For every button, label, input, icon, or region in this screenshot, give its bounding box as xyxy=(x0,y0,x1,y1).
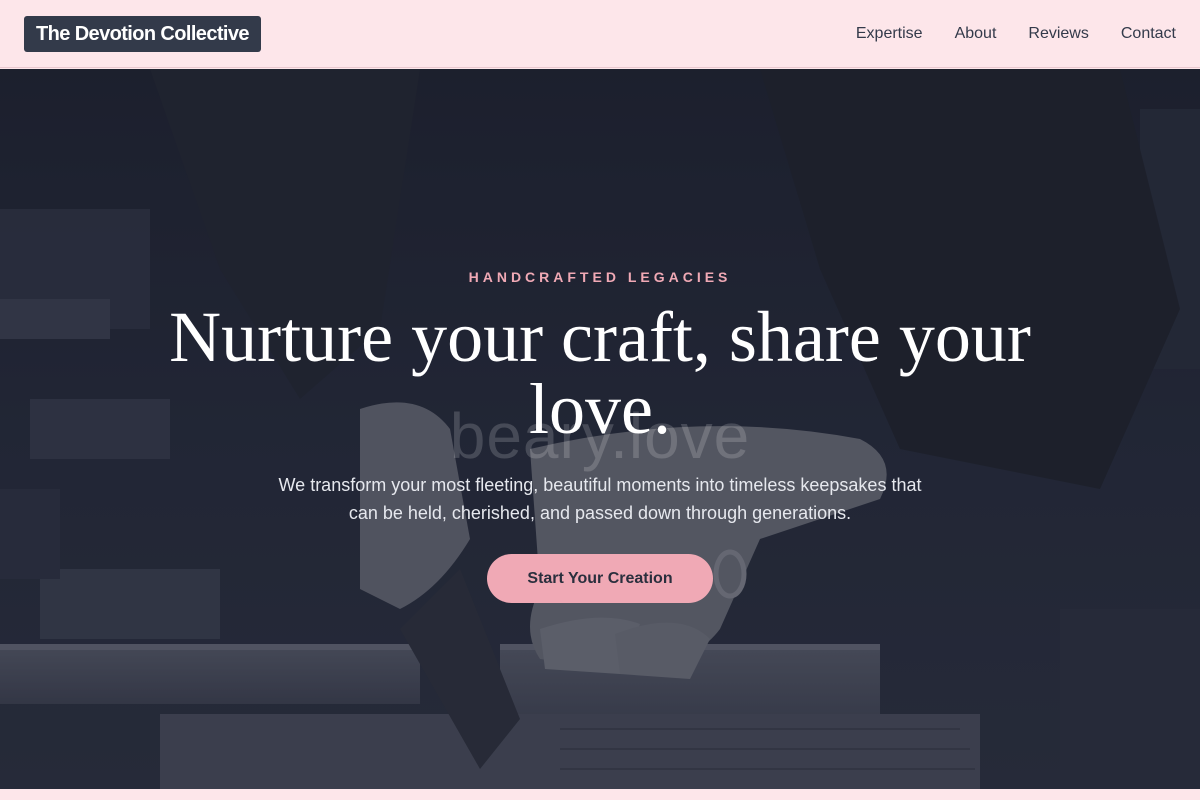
nav-links: Expertise About Reviews Contact xyxy=(856,25,1176,43)
hero-subtext: We transform your most fleeting, beautif… xyxy=(278,475,922,523)
hero-eyebrow: HANDCRAFTED LEGACIES xyxy=(468,269,732,285)
bottom-strip xyxy=(0,789,1200,800)
start-creation-button[interactable]: Start Your Creation xyxy=(487,554,713,603)
hero-content: beary.love HANDCRAFTED LEGACIES Nurture … xyxy=(0,69,1200,789)
navbar: The Devotion Collective Expertise About … xyxy=(0,0,1200,68)
nav-link-reviews[interactable]: Reviews xyxy=(1028,25,1088,43)
brand-logo[interactable]: The Devotion Collective xyxy=(24,15,261,52)
hero-headline: Nurture your craft, share your love. xyxy=(169,297,1031,449)
nav-link-expertise[interactable]: Expertise xyxy=(856,25,923,43)
hero-section: beary.love HANDCRAFTED LEGACIES Nurture … xyxy=(0,69,1200,789)
nav-link-contact[interactable]: Contact xyxy=(1121,25,1176,43)
nav-link-about[interactable]: About xyxy=(955,25,997,43)
